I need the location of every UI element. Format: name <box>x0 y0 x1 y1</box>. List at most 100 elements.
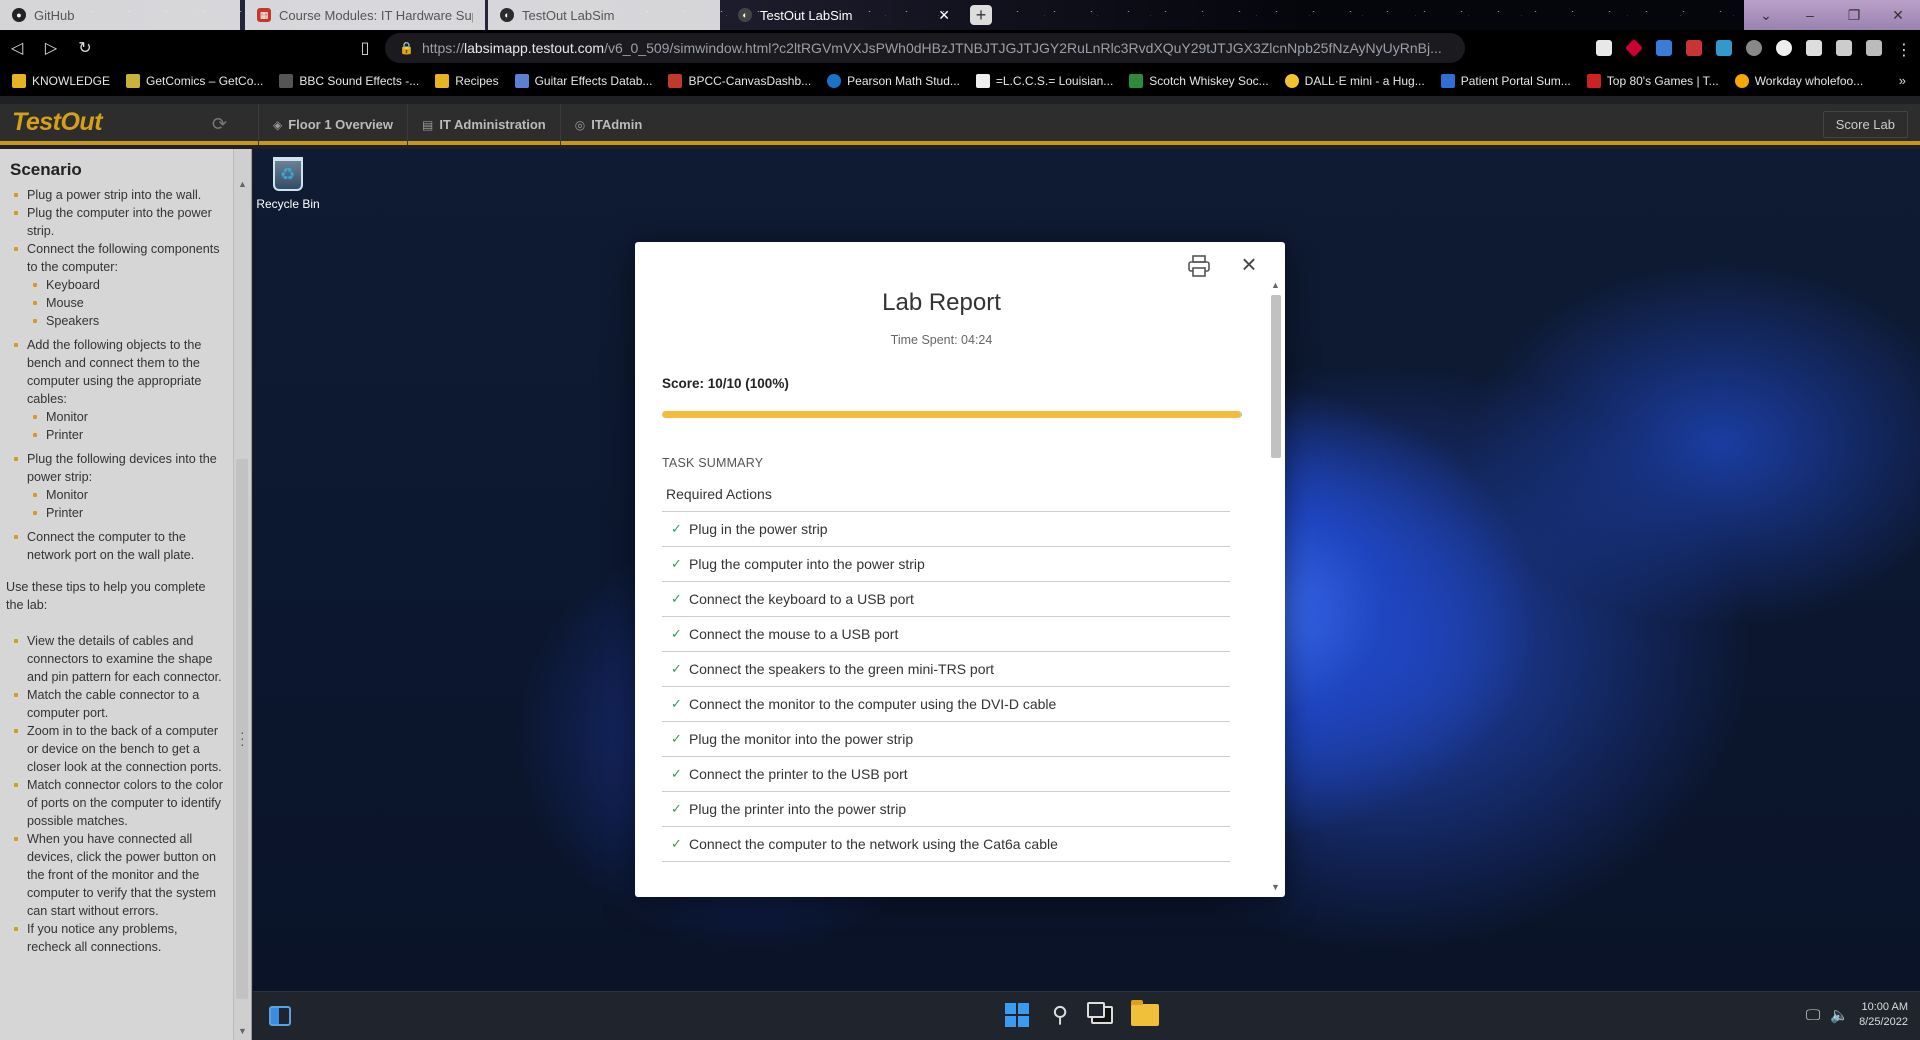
tab-course-modules[interactable]: ▦ Course Modules: IT Hardware Suppor <box>245 0 485 30</box>
list-item: Printer <box>0 504 233 522</box>
task-row: ✓ Plug in the power strip <box>662 512 1230 547</box>
clock-time: 10:00 AM <box>1861 1001 1908 1013</box>
minimize-icon[interactable]: – <box>1788 0 1832 30</box>
score-progress-bar <box>662 411 1242 418</box>
task-view-icon[interactable] <box>1087 1002 1113 1024</box>
scroll-up-icon[interactable]: ▲ <box>1271 280 1280 290</box>
widgets-icon[interactable] <box>269 1006 291 1026</box>
list-item: Monitor <box>0 486 233 504</box>
task-label: Connect the mouse to a USB port <box>689 626 899 642</box>
scrollbar-thumb[interactable] <box>1271 295 1281 458</box>
scenario-title: Scenario <box>10 160 82 179</box>
bookmark-item[interactable]: Pearson Math Stud... <box>827 74 960 88</box>
folder-icon <box>435 74 450 88</box>
more-bookmarks-icon[interactable]: » <box>1899 73 1906 88</box>
playlist-icon[interactable] <box>1836 40 1852 56</box>
chevron-down-icon[interactable]: ⌄ <box>1744 0 1788 30</box>
score-lab-button[interactable]: Score Lab <box>1822 111 1908 138</box>
recycle-bin[interactable]: Recycle Bin <box>253 157 323 211</box>
bookmark-item[interactable]: Recipes <box>435 74 499 88</box>
menu-icon[interactable]: ⋮ <box>1896 40 1912 59</box>
close-icon[interactable]: × <box>1237 251 1261 277</box>
room-icon: ▤ <box>422 117 434 132</box>
back-icon[interactable]: ◁ <box>0 30 34 66</box>
check-icon: ✓ <box>671 696 682 711</box>
network-icon[interactable]: 🖵 <box>1806 1007 1820 1024</box>
url-host: labsimapp.testout.com <box>463 40 605 56</box>
wallet-icon[interactable] <box>1866 40 1882 56</box>
search-icon[interactable]: ⚲ <box>1047 1002 1073 1028</box>
close-window-icon[interactable]: ✕ <box>1876 0 1920 30</box>
reload-icon[interactable]: ↻ <box>68 30 102 66</box>
lab-report-dialog: × Lab Report Time Spent: 04:24 Score: 10… <box>635 242 1285 897</box>
window-controls: ⌄ – ❐ ✕ <box>1744 0 1920 30</box>
list-item: Connect the following components to the … <box>0 240 233 276</box>
url-path: /v6_0_509/simwindow.html?c2ltRGVmVXJsPWh… <box>604 40 1442 56</box>
patient-portal-icon <box>1440 74 1455 88</box>
hugging-face-icon <box>1284 74 1299 88</box>
clock[interactable]: 10:00 AM 8/25/2022 <box>1859 1000 1908 1030</box>
bookmark-item[interactable]: Scotch Whiskey Soc... <box>1129 74 1269 88</box>
browser-toolbar: ◁ ▷ ↻ ▯ 🔒 https:// labsimapp.testout.com… <box>0 30 1920 66</box>
tab-testout-labsim-active[interactable]: ◐ TestOut LabSim ✕ <box>726 0 962 30</box>
lock-icon: 🔒 <box>399 41 414 55</box>
splitter-grip-icon[interactable]: · · · <box>240 725 245 751</box>
brave-rewards-icon[interactable] <box>1624 38 1644 58</box>
scroll-up-icon[interactable]: ▲ <box>238 179 247 189</box>
breadcrumb-floor-overview[interactable]: ◈ Floor 1 Overview <box>258 104 407 145</box>
start-icon[interactable] <box>1005 1003 1029 1027</box>
extension-icon[interactable] <box>1686 40 1702 56</box>
scenario-scrollbar[interactable]: ▲ · · · ▼ <box>234 149 252 1040</box>
bbc-icon <box>279 74 294 88</box>
tab-title: GitHub <box>34 7 75 23</box>
bookmark-item[interactable]: Workday wholefoo... <box>1734 74 1863 88</box>
new-tab-button[interactable]: + <box>970 5 992 25</box>
extension-icon[interactable] <box>1746 40 1762 56</box>
list-item: Plug the following devices into the powe… <box>0 450 233 486</box>
list-item: Plug the computer into the power strip. <box>0 204 233 240</box>
required-actions-heading: Required Actions <box>662 480 1230 512</box>
breadcrumb-it-administration[interactable]: ▤ IT Administration <box>407 104 560 145</box>
report-scrollbar[interactable]: ▲ ▼ <box>1269 280 1283 892</box>
task-row: ✓ Connect the keyboard to a USB port <box>662 582 1230 617</box>
restore-icon[interactable]: ❐ <box>1832 0 1876 30</box>
bookmark-item[interactable]: BPCC-CanvasDashb... <box>668 74 811 88</box>
bookmark-icon[interactable]: ▯ <box>348 30 382 66</box>
task-row: ✓ Connect the monitor to the computer usi… <box>662 687 1230 722</box>
extension-icons: ⋮ <box>1596 30 1920 66</box>
forward-icon[interactable]: ▷ <box>34 30 68 66</box>
bookmark-item[interactable]: Guitar Effects Datab... <box>514 74 652 88</box>
scroll-down-icon[interactable]: ▼ <box>1271 882 1280 892</box>
bookmark-item[interactable]: Top 80's Games | T... <box>1586 74 1719 88</box>
tab-github[interactable]: ● GitHub <box>0 0 240 30</box>
taskbar-apps: ⚲ <box>1005 1000 1159 1028</box>
print-icon[interactable] <box>1187 255 1211 277</box>
bookmark-item[interactable]: KNOWLEDGE <box>12 74 110 88</box>
extension-icon[interactable] <box>1656 40 1672 56</box>
extension-icon[interactable] <box>1716 40 1732 56</box>
volume-icon[interactable]: 🔈 <box>1830 1006 1849 1024</box>
list-item: Plug a power strip into the wall. <box>0 186 233 204</box>
close-tab-icon[interactable]: ✕ <box>938 7 950 24</box>
task-row: ✓ Connect the speakers to the green mini-… <box>662 652 1230 687</box>
address-bar[interactable]: 🔒 https:// labsimapp.testout.com /v6_0_5… <box>385 33 1465 63</box>
extension-icon[interactable] <box>1776 40 1792 56</box>
breadcrumb-itadmin[interactable]: ◎ ITAdmin <box>559 104 657 145</box>
canvas-icon: ▦ <box>257 8 271 22</box>
puzzle-icon[interactable] <box>1806 40 1822 56</box>
recycle-bin-icon <box>273 157 303 191</box>
bookmark-item[interactable]: Patient Portal Sum... <box>1440 74 1571 88</box>
bookmark-item[interactable]: =L.C.C.S.= Louisian... <box>975 74 1113 88</box>
tab-testout-labsim[interactable]: ◐ TestOut LabSim <box>488 0 720 30</box>
list-item: Printer <box>0 426 233 444</box>
scroll-down-icon[interactable]: ▼ <box>238 1026 247 1036</box>
bookmark-item[interactable]: DALL·E mini - a Hug... <box>1284 74 1425 88</box>
bookmark-item[interactable]: GetComics – GetCo... <box>126 74 263 88</box>
refresh-icon[interactable]: ⟳ <box>212 114 227 135</box>
bookmark-item[interactable]: BBC Sound Effects -... <box>279 74 419 88</box>
top80s-icon <box>1586 74 1601 88</box>
brave-shield-icon[interactable] <box>1596 40 1612 56</box>
testout-logo: TestOut <box>12 108 103 136</box>
file-explorer-icon[interactable] <box>1131 1000 1159 1026</box>
system-tray: 🖵 🔈 10:00 AM 8/25/2022 <box>1806 1000 1908 1030</box>
